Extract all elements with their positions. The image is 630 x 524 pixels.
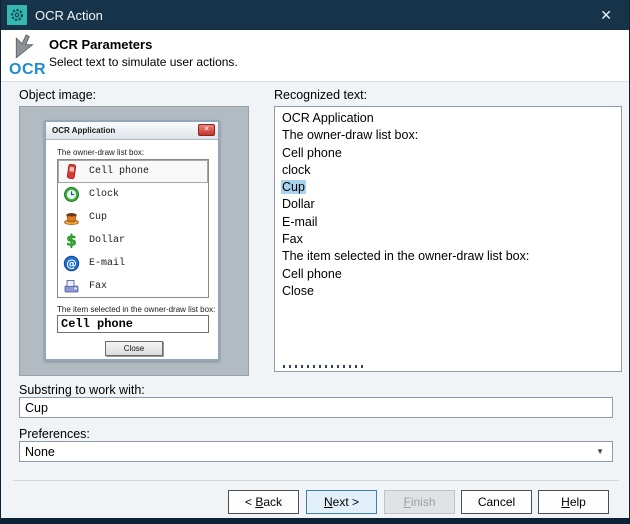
svg-text:$: $ xyxy=(66,232,76,249)
gear-icon xyxy=(7,5,27,25)
selected-item-label: The item selected in the owner-draw list… xyxy=(57,305,215,314)
ocr-logo: OCR xyxy=(9,33,51,79)
footer-divider xyxy=(13,480,619,481)
list-item-label: Fax xyxy=(89,281,107,292)
list-item: Clock xyxy=(58,183,208,206)
ocr-logo-text: OCR xyxy=(9,61,46,79)
cell-phone-icon xyxy=(63,163,80,180)
list-item-label: Clock xyxy=(89,189,119,200)
dialog-window: OCR Action ✕ OCR OCR Parameters Select t… xyxy=(0,0,630,524)
substring-label: Substring to work with: xyxy=(19,383,145,397)
owner-draw-list: Cell phone Clock xyxy=(57,159,209,298)
object-image-label: Object image: xyxy=(19,88,96,102)
help-button[interactable]: Help xyxy=(538,490,609,514)
list-item: Cell phone xyxy=(58,160,208,183)
page-subtitle: Select text to simulate user actions. xyxy=(49,55,238,69)
list-item-label: Cup xyxy=(89,212,107,223)
recognized-line[interactable]: The item selected in the owner-draw list… xyxy=(281,248,615,265)
recognized-line[interactable]: clock xyxy=(281,162,615,179)
next-button[interactable]: Next > xyxy=(306,490,377,514)
dialog-body: OCR Action ✕ OCR OCR Parameters Select t… xyxy=(1,0,629,518)
chevron-down-icon: ▼ xyxy=(596,447,607,456)
preferences-label: Preferences: xyxy=(19,427,90,441)
list-item: $ Dollar xyxy=(58,229,208,252)
cup-icon xyxy=(63,209,80,226)
close-icon[interactable]: ✕ xyxy=(600,0,612,30)
window-title: OCR Action xyxy=(35,8,103,23)
svg-text:@: @ xyxy=(66,258,77,270)
list-item: @ E-mail xyxy=(58,252,208,275)
back-button[interactable]: < Back xyxy=(228,490,299,514)
recognized-line[interactable]: Fax xyxy=(281,231,615,248)
preferences-value: None xyxy=(25,445,55,459)
dollar-icon: $ xyxy=(63,232,80,249)
recognized-line[interactable]: Cell phone xyxy=(281,266,615,283)
fax-icon xyxy=(63,278,80,295)
recognized-line[interactable]: Close xyxy=(281,283,615,300)
recognized-text-list: OCR Application The owner-draw list box:… xyxy=(274,106,622,372)
list-item-label: Cell phone xyxy=(89,166,149,177)
substring-input[interactable] xyxy=(19,397,613,418)
object-image-preview: OCR Application ✕ The owner-draw list bo… xyxy=(19,106,249,376)
recognized-line[interactable]: Dollar xyxy=(281,196,615,213)
recognized-line-selected[interactable]: Cup xyxy=(281,179,615,196)
recognized-line[interactable]: E-mail xyxy=(281,214,615,231)
list-item: Fax xyxy=(58,275,208,298)
recognized-line[interactable]: Cell phone xyxy=(281,145,615,162)
recognized-line[interactable]: OCR Application xyxy=(281,110,615,127)
page-title: OCR Parameters xyxy=(49,37,152,52)
title-bar: OCR Action ✕ xyxy=(1,0,629,30)
embedded-close-button: Close xyxy=(105,341,163,356)
list-item: Cup xyxy=(58,206,208,229)
list-item-label: Dollar xyxy=(89,235,125,246)
cancel-button[interactable]: Cancel xyxy=(461,490,532,514)
wizard-header: OCR OCR Parameters Select text to simula… xyxy=(1,30,629,82)
preferences-dropdown[interactable]: None ▼ xyxy=(19,441,613,462)
embedded-app-window: OCR Application ✕ The owner-draw list bo… xyxy=(44,120,220,361)
recognized-line[interactable]: The owner-draw list box: xyxy=(281,127,615,144)
finish-button: Finish xyxy=(384,490,455,514)
recognized-text-label: Recognized text: xyxy=(274,88,367,102)
owner-draw-list-label: The owner-draw list box: xyxy=(57,148,144,157)
clock-icon xyxy=(63,186,80,203)
selected-item-field: Cell phone xyxy=(57,315,209,333)
email-icon: @ xyxy=(63,255,80,272)
embedded-window-title: OCR Application xyxy=(52,126,115,135)
list-item-label: E-mail xyxy=(89,258,125,269)
embedded-title-bar: OCR Application ✕ xyxy=(46,122,218,140)
cursor-arrow-icon xyxy=(15,33,41,59)
embedded-close-icon: ✕ xyxy=(198,124,215,136)
clipped-text-row xyxy=(283,365,365,368)
